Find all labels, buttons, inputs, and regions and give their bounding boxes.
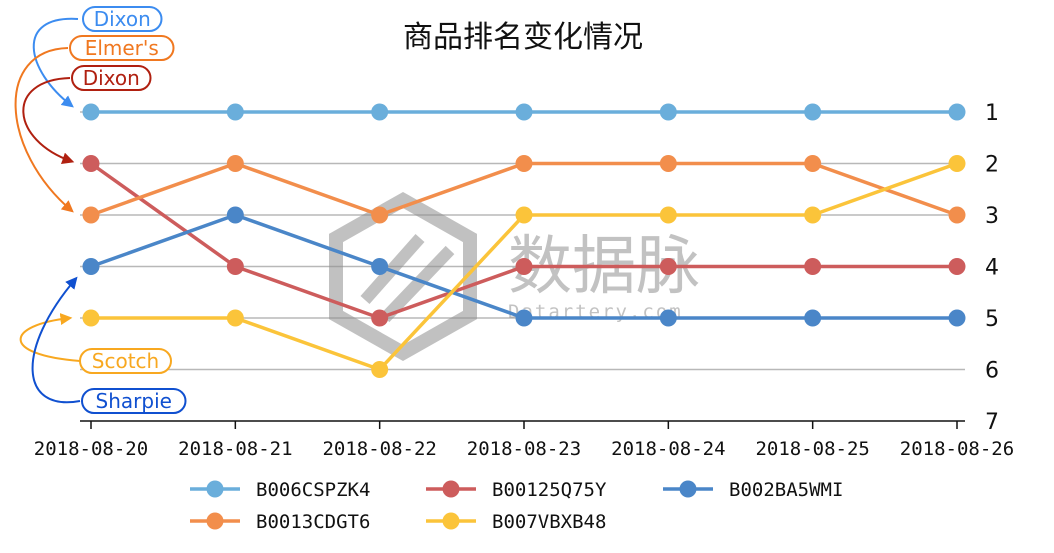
data-point — [82, 309, 100, 327]
legend-label: B007VBXB48 — [492, 511, 606, 533]
data-point — [515, 258, 533, 275]
data-point — [226, 155, 244, 172]
data-point — [804, 103, 822, 121]
x-tick-label: 2018-08-25 — [755, 438, 869, 460]
data-point — [948, 103, 966, 121]
legend-item-B002BA5WMI: B002BA5WMI — [663, 479, 843, 501]
data-point — [82, 155, 100, 172]
annotation-arrow — [19, 313, 81, 362]
legend-label: B002BA5WMI — [729, 479, 843, 501]
annotation-arrow — [31, 276, 81, 404]
data-point — [82, 258, 100, 275]
legend-swatch-marker — [442, 512, 460, 530]
legend-swatch-marker — [442, 480, 460, 498]
legend: B006CSPZK4 B00125Q75Y B002BA5WMI B0013CDGT6… — [190, 479, 843, 533]
data-point — [371, 309, 389, 327]
data-point — [948, 155, 966, 172]
y-tick-label: 6 — [985, 359, 999, 384]
data-point — [226, 258, 244, 275]
y-tick-label: 7 — [985, 410, 999, 435]
legend-label: B00125Q75Y — [492, 479, 607, 501]
x-tick-label: 2018-08-21 — [178, 438, 292, 460]
x-tick-label: 2018-08-23 — [467, 438, 581, 460]
data-point — [659, 309, 677, 327]
data-point — [371, 103, 389, 121]
y-tick-label: 2 — [985, 153, 999, 178]
data-point — [226, 206, 244, 224]
x-tick-label: 2018-08-20 — [34, 438, 148, 460]
data-point — [804, 155, 822, 172]
x-tick-label: 2018-08-22 — [322, 438, 436, 460]
series-B006CSPZK4 — [82, 103, 966, 121]
annotation-label: Scotch — [92, 349, 159, 373]
legend-item-B00125Q75Y: B00125Q75Y — [426, 479, 607, 501]
data-point — [948, 206, 966, 224]
data-point — [371, 206, 389, 224]
legend-label: B0013CDGT6 — [256, 511, 370, 533]
data-point — [659, 155, 677, 172]
data-point — [659, 103, 677, 121]
data-point — [948, 258, 966, 275]
annotation-label: Dixon — [94, 7, 151, 31]
data-point — [226, 103, 244, 121]
data-point — [515, 309, 533, 327]
data-point — [804, 309, 822, 327]
legend-item-B006CSPZK4: B006CSPZK4 — [190, 479, 370, 501]
data-point — [804, 206, 822, 224]
x-tick-label: 2018-08-24 — [611, 438, 725, 460]
x-tick-label: 2018-08-26 — [900, 438, 1014, 460]
legend-item-B0013CDGT6: B0013CDGT6 — [190, 511, 370, 533]
data-point — [371, 258, 389, 275]
chart-title: 商品排名变化情况 — [403, 20, 643, 55]
data-point — [659, 206, 677, 224]
data-point — [371, 361, 389, 378]
y-tick-label: 1 — [985, 101, 999, 126]
data-point — [226, 309, 244, 327]
annotation-arrow — [14, 47, 74, 213]
legend-label: B006CSPZK4 — [256, 479, 370, 501]
data-point — [948, 309, 966, 327]
y-tick-label: 3 — [985, 204, 999, 229]
data-point — [82, 206, 100, 224]
data-point — [659, 258, 677, 275]
data-point — [804, 258, 822, 275]
legend-swatch-marker — [679, 480, 697, 498]
annotation-label: Elmer's — [85, 36, 159, 60]
y-tick-label: 4 — [985, 256, 999, 281]
data-point — [515, 206, 533, 224]
y-tick-label: 5 — [985, 307, 999, 332]
data-point — [515, 155, 533, 172]
legend-item-B007VBXB48: B007VBXB48 — [426, 511, 606, 533]
annotation-label: Sharpie — [96, 389, 172, 413]
data-point — [515, 103, 533, 121]
annotation-label: Dixon — [83, 66, 140, 90]
annotation-arrow — [22, 77, 75, 165]
rank-chart: 商品排名变化情况 2018-08-20 2018-08-21 2018-08-22 2… — [14, 6, 1014, 533]
legend-swatch-marker — [206, 480, 224, 498]
data-point — [82, 103, 100, 121]
legend-swatch-marker — [206, 512, 224, 530]
annotation-arrow — [32, 17, 79, 108]
